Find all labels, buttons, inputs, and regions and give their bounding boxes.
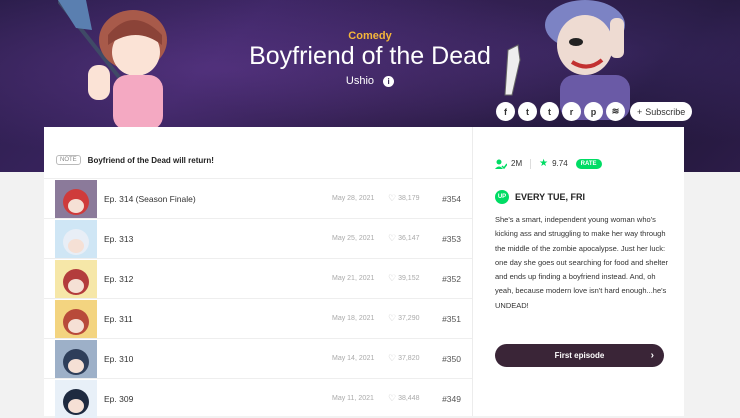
series-title: Boyfriend of the Dead [249,42,491,70]
notice-text: Boyfriend of the Dead will return! [87,155,214,165]
episode-likes: ♡ 39,152 [388,273,420,284]
first-episode-label: First episode [554,351,605,360]
episode-row[interactable]: Ep. 314 (Season Finale) May 28, 2021 ♡ 38,1… [44,178,472,218]
subscribe-label: Subscribe [645,106,686,117]
episode-likes: ♡ 38,179 [388,193,420,204]
episode-section: NOTE Boyfriend of the Dead will return! … [44,127,472,418]
first-episode-button[interactable]: First episode › [495,344,664,367]
episode-number: #349 [442,393,461,404]
like-count: 37,290 [398,315,420,322]
pinterest-icon[interactable]: p [584,102,603,121]
episode-number: #350 [442,353,461,364]
episode-title: Ep. 310 [104,353,134,364]
rss-icon[interactable]: ≋ [606,102,625,121]
heart-icon: ♡ [388,393,397,403]
divider [530,158,532,169]
episode-date: May 21, 2021 [332,275,375,282]
genre-label[interactable]: Comedy [0,30,740,42]
episode-likes: ♡ 37,290 [388,313,420,324]
episode-list: Ep. 314 (Season Finale) May 28, 2021 ♡ 38,1… [44,178,472,418]
like-count: 38,179 [398,195,420,202]
episode-date: May 25, 2021 [332,235,375,242]
episode-title: Ep. 311 [104,313,133,324]
share-bar: f t t r p ≋ + Subscribe [496,102,693,121]
episode-number: #351 [442,313,461,324]
heart-icon: ♡ [388,273,397,283]
like-count: 36,147 [398,235,420,242]
episode-likes: ♡ 38,448 [388,393,420,404]
facebook-icon[interactable]: f [496,102,515,121]
reddit-icon[interactable]: r [562,102,581,121]
episode-date: May 18, 2021 [332,315,375,322]
stats-row: 2M ★ 9.74 RATE [495,158,602,169]
episode-thumbnail [55,220,97,258]
episode-number: #353 [442,233,461,244]
subscriber-count: 2M [511,159,523,168]
plus-icon: + [637,106,643,117]
episode-likes: ♡ 37,820 [388,353,420,364]
notice-bar[interactable]: NOTE Boyfriend of the Dead will return! [56,155,214,165]
series-info: 2M ★ 9.74 RATE UP EVERY TUE, FRI She's a… [472,127,684,416]
episode-row[interactable]: Ep. 311 May 18, 2021 ♡ 37,290 #351 [44,298,472,338]
update-schedule: UP EVERY TUE, FRI [495,190,585,204]
heart-icon: ♡ [388,193,397,203]
note-badge: NOTE [56,155,81,165]
heart-icon: ♡ [388,353,397,363]
episode-row[interactable]: Ep. 313 May 25, 2021 ♡ 36,147 #353 [44,218,472,258]
episode-title: Ep. 309 [104,393,134,404]
episode-title: Ep. 314 (Season Finale) [104,193,196,204]
episode-likes: ♡ 36,147 [388,233,420,244]
episode-thumbnail [55,300,97,338]
episode-row[interactable]: Ep. 309 May 11, 2021 ♡ 38,448 #349 [44,378,472,418]
content-panel: NOTE Boyfriend of the Dead will return! … [44,127,684,418]
tumblr-icon[interactable]: t [540,102,559,121]
heart-icon: ♡ [388,233,397,243]
schedule-text: EVERY TUE, FRI [515,192,586,202]
heart-icon: ♡ [388,313,397,323]
like-count: 39,152 [398,275,420,282]
chevron-right-icon: › [650,350,654,361]
info-icon[interactable]: i [383,75,395,87]
episode-date: May 14, 2021 [332,355,375,362]
episode-thumbnail [55,180,97,218]
like-count: 38,448 [398,395,420,402]
rating-value: 9.74 [552,159,568,168]
author-line: Ushio i [0,75,740,87]
episode-title: Ep. 312 [104,273,134,284]
series-summary: She's a smart, independent young woman w… [495,215,669,310]
episode-title: Ep. 313 [104,233,134,244]
twitter-icon[interactable]: t [518,102,537,121]
subscribe-button[interactable]: + Subscribe [630,102,693,121]
episode-number: #352 [442,273,461,284]
episode-date: May 11, 2021 [332,395,374,402]
author-name[interactable]: Ushio [346,75,374,87]
star-icon: ★ [539,158,549,169]
subscriber-stat: 2M [495,159,522,169]
like-count: 37,820 [398,355,420,362]
episode-date: May 28, 2021 [332,195,375,202]
up-badge: UP [495,190,509,204]
episode-thumbnail [55,380,97,418]
episode-row[interactable]: Ep. 312 May 21, 2021 ♡ 39,152 #352 [44,258,472,298]
subscribers-icon [495,159,507,169]
episode-row[interactable]: Ep. 310 May 14, 2021 ♡ 37,820 #350 [44,338,472,378]
rating-stat: ★ 9.74 [539,158,568,169]
episode-number: #354 [442,193,461,204]
episode-thumbnail [55,340,97,378]
rate-button[interactable]: RATE [575,158,602,169]
episode-thumbnail [55,260,97,298]
